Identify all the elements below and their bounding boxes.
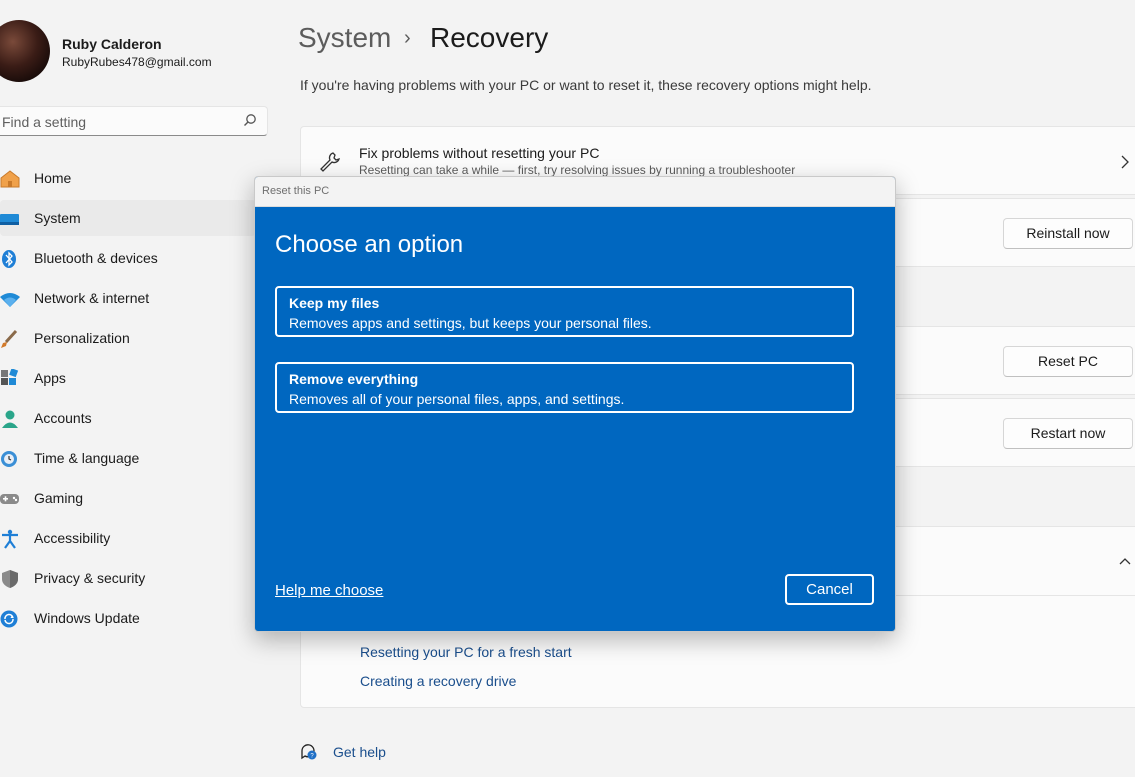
sidebar-item-accessibility[interactable]: Accessibility [0, 520, 256, 556]
sidebar-item-apps[interactable]: Apps [0, 360, 256, 396]
chevron-up-icon[interactable] [1119, 557, 1131, 565]
sidebar-item-home[interactable]: Home [0, 160, 256, 196]
sidebar-item-label: Apps [34, 370, 66, 386]
sidebar-item-windows-update[interactable]: Windows Update [0, 600, 256, 636]
sidebar-item-personalization[interactable]: Personalization [0, 320, 256, 356]
sidebar-item-bluetooth[interactable]: Bluetooth & devices [0, 240, 256, 276]
sidebar-item-label: Personalization [34, 330, 130, 346]
dialog-titlebar[interactable]: Reset this PC [255, 177, 895, 207]
reset-pc-button[interactable]: Reset PC [1003, 346, 1133, 377]
shield-icon [2, 570, 18, 588]
help-me-choose-link[interactable]: Help me choose [275, 582, 383, 599]
apps-icon [1, 369, 19, 385]
globe-clock-icon [1, 451, 17, 467]
keep-my-files-option[interactable]: Keep my files Removes apps and settings,… [275, 286, 854, 337]
fix-problems-title: Fix problems without resetting your PC [359, 145, 600, 161]
sidebar-item-label: Time & language [34, 450, 140, 466]
sidebar-item-label: Bluetooth & devices [34, 250, 158, 266]
system-icon [0, 214, 19, 225]
option-title: Keep my files [289, 295, 380, 311]
fix-problems-subtitle: Resetting can take a while — first, try … [359, 163, 796, 177]
option-title: Remove everything [289, 371, 419, 387]
bluetooth-icon [2, 250, 16, 268]
sidebar-item-label: Accessibility [34, 530, 111, 546]
brush-icon [1, 329, 18, 348]
link-recovery-drive[interactable]: Creating a recovery drive [360, 673, 516, 689]
reset-pc-dialog: Reset this PC Choose an option Keep my f… [254, 176, 896, 632]
sidebar-item-label: System [34, 210, 81, 226]
link-resetting-pc[interactable]: Resetting your PC for a fresh start [360, 644, 572, 660]
get-help-link[interactable]: Get help [333, 744, 386, 760]
sidebar-item-label: Gaming [34, 490, 84, 506]
page-subtitle: If you're having problems with your PC o… [300, 77, 872, 93]
breadcrumb-system[interactable]: System [298, 22, 391, 54]
sidebar-item-label: Network & internet [34, 290, 150, 306]
chevron-right-icon [1121, 155, 1129, 169]
sidebar-item-accounts[interactable]: Accounts [0, 400, 256, 436]
gamepad-icon [0, 494, 19, 504]
wifi-icon [0, 293, 20, 307]
cancel-button[interactable]: Cancel [785, 574, 874, 605]
sidebar-item-system[interactable]: System [0, 200, 256, 236]
reinstall-now-button[interactable]: Reinstall now [1003, 218, 1133, 249]
sidebar-item-label: Home [34, 170, 72, 186]
avatar[interactable] [0, 20, 50, 82]
option-description: Removes all of your personal files, apps… [289, 391, 625, 407]
sidebar-item-network[interactable]: Network & internet [0, 280, 256, 316]
search-input[interactable]: Find a setting [0, 106, 268, 136]
search-icon [244, 114, 256, 126]
sidebar-item-label: Windows Update [34, 610, 140, 626]
sidebar-item-privacy[interactable]: Privacy & security [0, 560, 256, 596]
user-email: RubyRubes478@gmail.com [62, 55, 212, 69]
wrench-icon [320, 152, 340, 172]
option-description: Removes apps and settings, but keeps you… [289, 315, 652, 331]
sidebar-item-label: Accounts [34, 410, 92, 426]
sidebar-item-label: Privacy & security [34, 570, 146, 586]
search-placeholder: Find a setting [2, 114, 87, 130]
sidebar-item-gaming[interactable]: Gaming [0, 480, 256, 516]
home-icon [0, 170, 20, 188]
chevron-right-icon: › [404, 27, 411, 49]
get-help-icon: ? [301, 744, 317, 760]
restart-now-button[interactable]: Restart now [1003, 418, 1133, 449]
accessibility-icon [2, 529, 18, 549]
person-icon [2, 410, 18, 428]
page-title: Recovery [430, 22, 549, 53]
remove-everything-option[interactable]: Remove everything Removes all of your pe… [275, 362, 854, 413]
dialog-heading: Choose an option [275, 231, 464, 258]
user-name: Ruby Calderon [62, 36, 162, 52]
dialog-window-title: Reset this PC [262, 185, 330, 197]
sidebar-item-time-language[interactable]: Time & language [0, 440, 256, 476]
update-icon [0, 610, 18, 628]
